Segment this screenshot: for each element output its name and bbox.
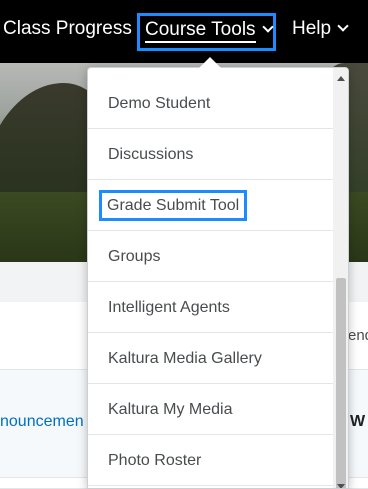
scrollbar-thumb[interactable]	[336, 278, 346, 488]
menu-item-label: Intelligent Agents	[108, 299, 230, 316]
nav-help[interactable]: Help	[292, 18, 349, 40]
chevron-down-icon	[337, 20, 349, 32]
menu-item-groups[interactable]: Groups	[88, 231, 333, 282]
column-header-text: end	[348, 327, 368, 344]
menu-item-label: Grade Submit Tool	[99, 190, 248, 221]
chevron-down-icon	[261, 21, 274, 33]
menu-item-label: Groups	[108, 248, 161, 265]
menu-item-label: Demo Student	[108, 95, 211, 112]
menu-item-demo-student[interactable]: Demo Student	[88, 78, 333, 129]
scroll-up-arrow-icon[interactable]	[337, 76, 345, 81]
dropdown-scrollbar[interactable]	[333, 68, 348, 488]
dropdown-menu-list: Demo Student Discussions Grade Submit To…	[88, 78, 333, 486]
menu-item-intelligent-agents[interactable]: Intelligent Agents	[88, 282, 333, 333]
cell-text: W	[350, 413, 366, 430]
menu-item-label: Kaltura My Media	[108, 401, 233, 418]
menu-item-label: Photo Roster	[108, 452, 202, 469]
announcements-link[interactable]: nouncemen	[0, 413, 84, 431]
menu-item-kaltura-media-gallery[interactable]: Kaltura Media Gallery	[88, 333, 333, 384]
menu-item-grade-submit-tool[interactable]: Grade Submit Tool	[88, 180, 333, 231]
nav-class-progress[interactable]: Class Progress	[3, 18, 132, 40]
menu-item-label: Discussions	[108, 146, 194, 163]
nav-course-tools-label: Course Tools	[145, 19, 256, 43]
menu-item-kaltura-my-media[interactable]: Kaltura My Media	[88, 384, 333, 435]
course-tools-dropdown: Demo Student Discussions Grade Submit To…	[87, 67, 349, 489]
nav-course-tools[interactable]: Course Tools	[137, 13, 276, 51]
top-navbar: Class Progress Course Tools Help	[0, 0, 368, 63]
scroll-down-arrow-icon[interactable]	[337, 484, 345, 488]
menu-item-label: Kaltura Media Gallery	[108, 350, 262, 367]
dropdown-caret	[199, 57, 221, 68]
nav-help-label: Help	[292, 18, 332, 39]
menu-item-discussions[interactable]: Discussions	[88, 129, 333, 180]
menu-item-photo-roster[interactable]: Photo Roster	[88, 435, 333, 486]
